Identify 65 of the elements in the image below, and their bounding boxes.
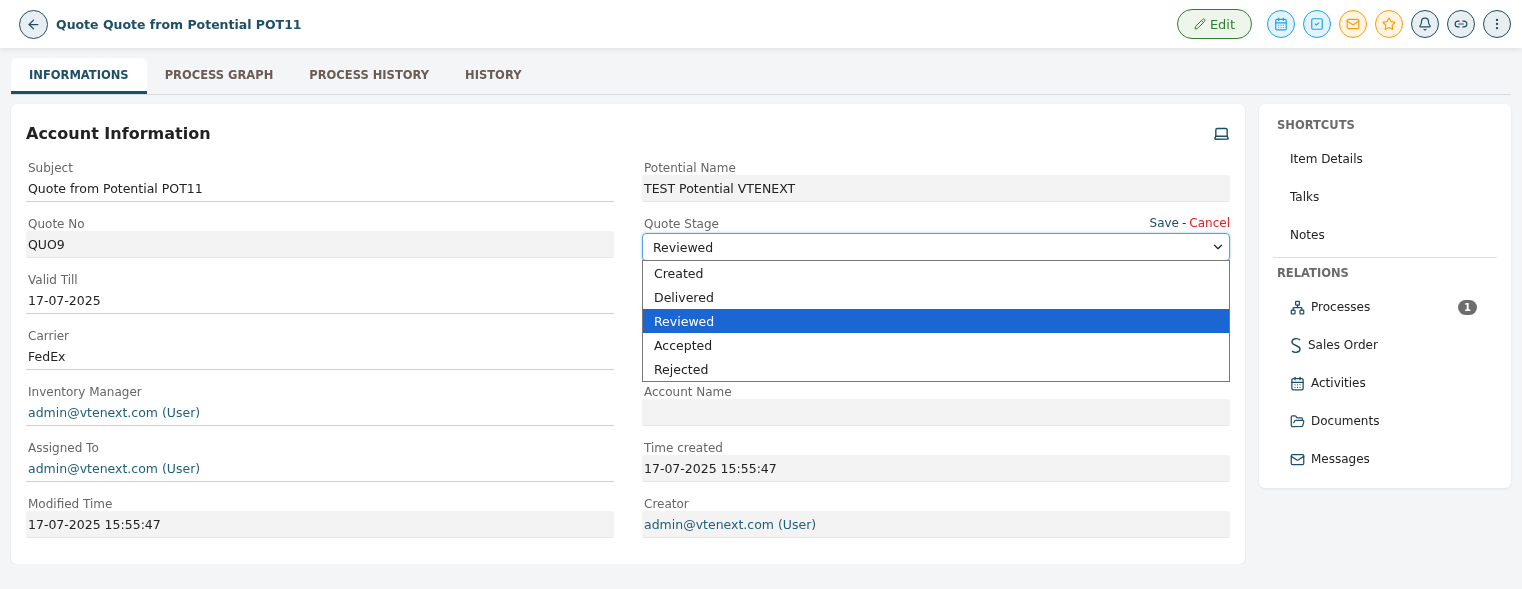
edit-button[interactable]: Edit <box>1177 9 1252 39</box>
sales-icon <box>1290 336 1302 354</box>
field-value[interactable]: 17-07-2025 <box>26 287 614 314</box>
relation-link[interactable]: Documents <box>1277 402 1497 440</box>
back-button[interactable] <box>19 9 48 39</box>
flowchart-icon <box>1290 299 1305 315</box>
bell-button[interactable] <box>1411 10 1439 38</box>
laptop-icon[interactable] <box>1213 125 1230 142</box>
field-label: Modified Time <box>28 497 113 511</box>
tab[interactable]: PROCESS GRAPH <box>146 58 292 94</box>
page-title: Quote Quote from Potential POT11 <box>56 16 303 32</box>
checklist-icon <box>1310 17 1324 31</box>
shortcut-link[interactable]: Item Details <box>1277 140 1497 178</box>
field-value: 17-07-2025 15:55:47 <box>26 511 614 538</box>
field-label: Time created <box>644 441 723 455</box>
field-value: admin@vtenext.com (User) <box>642 511 1230 538</box>
cancel-link[interactable]: Cancel <box>1189 216 1230 230</box>
field-value: QUO9 <box>26 231 614 258</box>
field-label: Account Name <box>644 385 732 399</box>
checklist-button[interactable] <box>1303 10 1331 38</box>
tab[interactable]: PROCESS HISTORY <box>291 58 448 94</box>
calendar-icon <box>1274 17 1288 31</box>
mail-icon <box>1346 17 1360 31</box>
folder-icon <box>1290 413 1305 429</box>
separator-text: - <box>1182 216 1187 230</box>
arrow-left-icon <box>26 16 41 32</box>
field-label: Creator <box>644 497 689 511</box>
field-value: 17-07-2025 15:55:47 <box>642 455 1230 482</box>
pencil-icon <box>1193 18 1206 30</box>
star-icon <box>1382 17 1396 31</box>
count-badge: 1 <box>1458 299 1477 315</box>
field-label: Carrier <box>28 329 70 343</box>
field-label: Potential Name <box>644 161 736 175</box>
field-value: TEST Potential VTENEXT <box>642 175 1230 202</box>
link-icon <box>1454 17 1468 31</box>
field-value[interactable]: admin@vtenext.com (User) <box>26 455 614 482</box>
calendar-button[interactable] <box>1267 10 1295 38</box>
field-label: Valid Till <box>28 273 78 287</box>
relation-link[interactable]: Processes 1 <box>1277 288 1497 326</box>
tab[interactable]: INFORMATIONS <box>11 58 147 94</box>
shortcut-link[interactable]: Notes <box>1277 216 1497 254</box>
mail-icon <box>1290 451 1305 467</box>
field-value[interactable]: admin@vtenext.com (User) <box>26 399 614 426</box>
sidebar-heading: RELATIONS <box>1277 266 1350 282</box>
save-link[interactable]: Save <box>1149 216 1179 230</box>
relation-link[interactable]: Sales Order <box>1277 326 1497 364</box>
field-label: Quote No <box>28 217 85 231</box>
tab[interactable]: HISTORY <box>447 58 540 94</box>
star-button[interactable] <box>1375 10 1403 38</box>
field-value[interactable]: FedEx <box>26 343 614 370</box>
dropdown-option[interactable]: Reviewed <box>643 309 1229 333</box>
shortcut-link[interactable]: Talks <box>1277 178 1497 216</box>
field-label: Inventory Manager <box>28 385 142 399</box>
bell-icon <box>1418 17 1432 31</box>
link-button[interactable] <box>1447 10 1475 38</box>
relation-link[interactable]: Activities <box>1277 364 1497 402</box>
sidebar-heading: SHORTCUTS <box>1277 118 1356 134</box>
field-value[interactable]: Quote from Potential POT11 <box>26 175 614 202</box>
field-label: Subject <box>28 161 73 175</box>
more-button[interactable] <box>1483 10 1511 38</box>
relation-link[interactable]: Messages <box>1277 440 1497 478</box>
section-title: Account Information <box>26 124 211 143</box>
field-label: Quote Stage <box>644 217 719 231</box>
calendar-icon <box>1290 375 1305 391</box>
field-label: Assigned To <box>28 441 99 455</box>
